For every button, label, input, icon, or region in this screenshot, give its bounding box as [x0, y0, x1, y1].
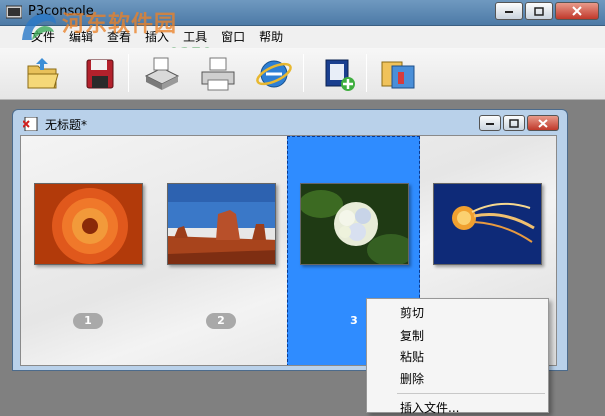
- restore-icon: [509, 118, 519, 128]
- app-title-bar[interactable]: P3console: [0, 0, 605, 26]
- doc-close-button[interactable]: [527, 115, 559, 131]
- app-icon: [6, 5, 22, 19]
- menu-insert[interactable]: 插入: [138, 26, 176, 48]
- document-title: 无标题*: [45, 118, 88, 132]
- menu-help[interactable]: 帮助: [252, 26, 290, 48]
- maximize-button[interactable]: [525, 2, 553, 20]
- menu-bar: 文件 编辑 查看 插入 工具 窗口 帮助: [0, 26, 605, 48]
- menu-edit[interactable]: 编辑: [62, 26, 100, 48]
- minimize-button[interactable]: [495, 2, 523, 20]
- printer-icon[interactable]: [198, 54, 238, 94]
- gallery-icon[interactable]: [378, 54, 418, 94]
- document-icon: [23, 117, 38, 131]
- minimize-icon: [486, 123, 494, 125]
- scanner-icon[interactable]: [142, 54, 182, 94]
- desert-mesa-image: [168, 184, 275, 264]
- slide-number-badge: 2: [206, 313, 236, 329]
- folder-open-icon[interactable]: [22, 54, 62, 94]
- maximize-icon: [534, 6, 544, 16]
- close-icon: [572, 6, 582, 16]
- minimize-icon: [505, 11, 513, 13]
- ctx-copy[interactable]: 复制: [400, 327, 424, 344]
- slide-number-badge: 3: [339, 313, 369, 329]
- hydrangea-image: [301, 184, 408, 264]
- internet-explorer-icon[interactable]: [254, 54, 294, 94]
- slide-thumbnail[interactable]: [34, 183, 143, 265]
- slide-thumbnail[interactable]: [300, 183, 409, 265]
- document-title-bar[interactable]: 无标题*: [13, 110, 567, 136]
- slide-item[interactable]: 1: [21, 136, 154, 365]
- window-title: P3console: [28, 4, 94, 19]
- slide-number-badge: 1: [73, 313, 103, 329]
- slide-item[interactable]: 2: [154, 136, 287, 365]
- close-icon: [538, 118, 548, 128]
- ctx-delete[interactable]: 删除: [400, 370, 424, 387]
- context-menu: 剪切 复制 粘贴 删除 插入文件...: [366, 298, 549, 416]
- toolbar: [0, 48, 605, 100]
- slide-thumbnail[interactable]: [433, 183, 542, 265]
- ctx-cut[interactable]: 剪切: [400, 304, 424, 321]
- menu-window[interactable]: 窗口: [214, 26, 252, 48]
- doc-restore-button[interactable]: [503, 115, 525, 131]
- menu-view[interactable]: 查看: [100, 26, 138, 48]
- save-disk-icon[interactable]: [80, 54, 120, 94]
- slide-thumbnail[interactable]: [167, 183, 276, 265]
- doc-minimize-button[interactable]: [479, 115, 501, 131]
- ctx-paste[interactable]: 粘贴: [400, 348, 424, 365]
- toolbar-separator: [303, 54, 304, 92]
- menu-file[interactable]: 文件: [24, 26, 62, 48]
- menu-tools[interactable]: 工具: [176, 26, 214, 48]
- toolbar-separator: [128, 54, 129, 92]
- close-button[interactable]: [555, 2, 599, 20]
- insert-slide-icon[interactable]: [318, 54, 358, 94]
- orange-flower-image: [35, 184, 142, 264]
- jellyfish-image: [434, 184, 541, 264]
- ctx-insert-file[interactable]: 插入文件...: [400, 399, 459, 416]
- menu-separator: [397, 393, 545, 394]
- toolbar-separator: [366, 54, 367, 92]
